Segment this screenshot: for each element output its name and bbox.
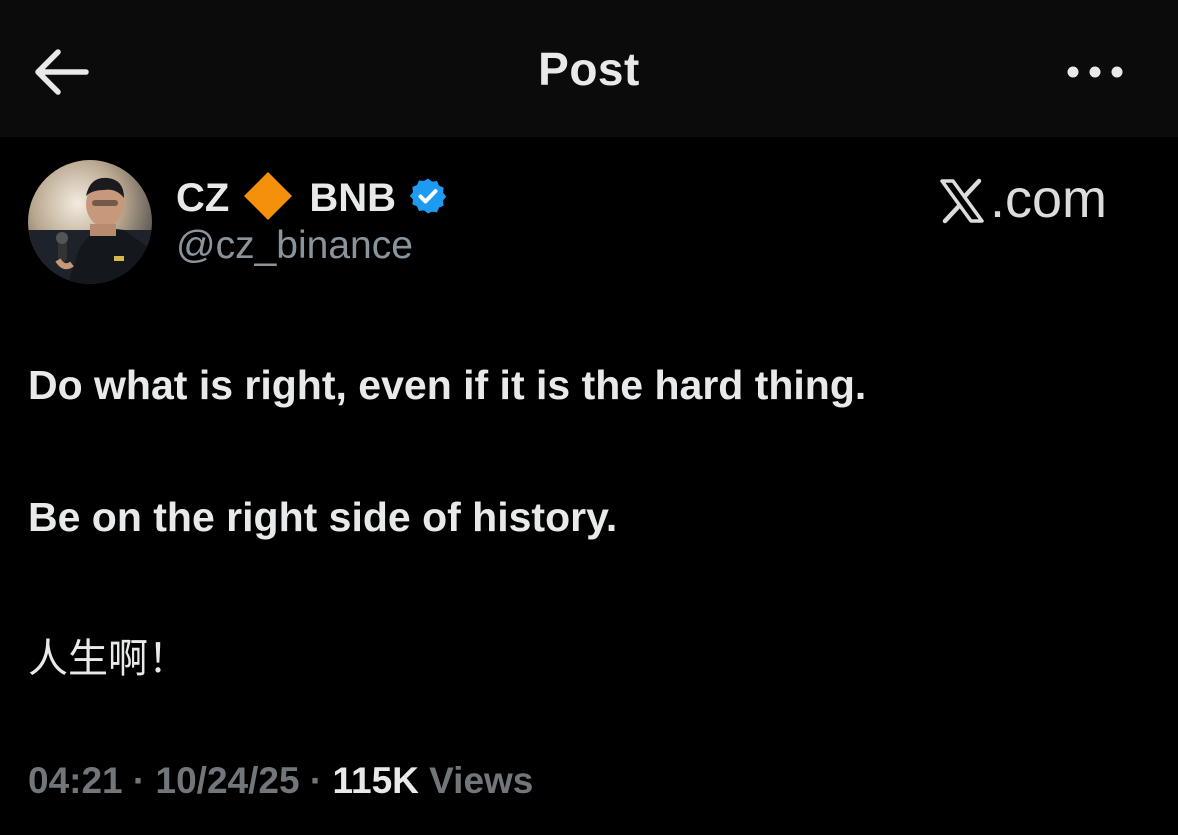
- meta-separator: ·: [132, 760, 146, 801]
- author-name: CZ: [176, 175, 230, 220]
- top-bar: Post: [0, 0, 1178, 137]
- more-horizontal-icon: [1067, 66, 1123, 78]
- orange-diamond-icon: [241, 169, 295, 228]
- post-meta: 04:21 · 10/24/25 · 115K Views: [28, 760, 533, 802]
- post-text-line: 人生啊！: [28, 636, 188, 682]
- meta-separator: ·: [309, 760, 323, 801]
- watermark-text: .com: [990, 169, 1108, 229]
- views-label: Views: [429, 760, 534, 801]
- author-name-row[interactable]: CZ BNB: [176, 170, 448, 226]
- views-count: 115K: [332, 760, 419, 801]
- post-text-line: Do what is right, even if it is the hard…: [28, 362, 867, 408]
- verified-badge-icon: [408, 176, 448, 221]
- author-name-suffix: BNB: [309, 175, 396, 220]
- author-handle[interactable]: @cz_binance: [176, 224, 413, 268]
- page-title: Post: [538, 43, 640, 95]
- avatar[interactable]: [28, 160, 152, 284]
- more-options-button[interactable]: [1060, 56, 1130, 88]
- post-time[interactable]: 04:21: [28, 760, 123, 801]
- x-watermark: .com: [938, 168, 1107, 230]
- post-text-line: Be on the right side of history.: [28, 494, 618, 540]
- x-logo-icon: [940, 178, 984, 224]
- post-date[interactable]: 10/24/25: [156, 760, 300, 801]
- profile-photo: [28, 160, 152, 284]
